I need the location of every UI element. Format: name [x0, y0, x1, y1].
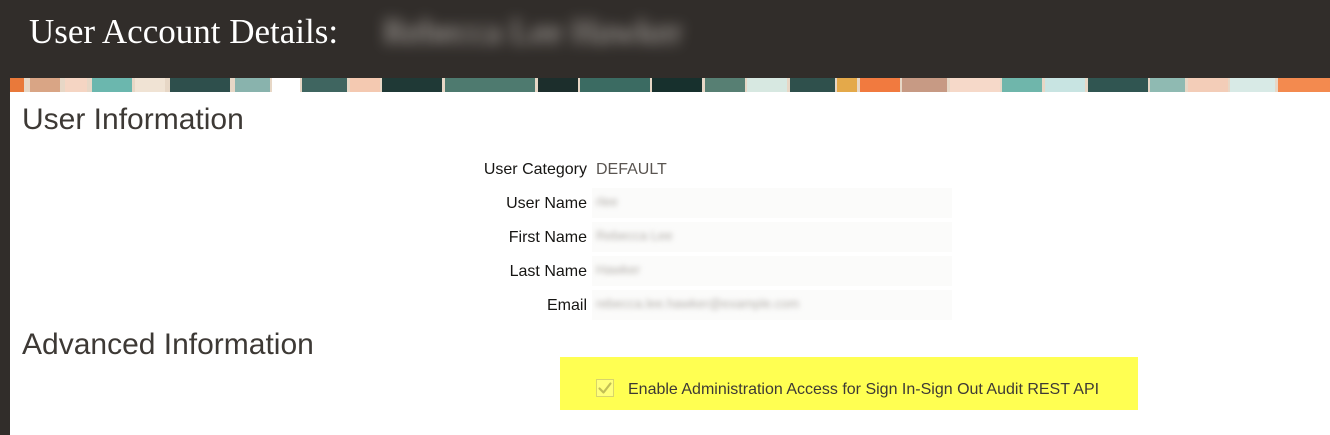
last-name-row: Last Name Hawker — [0, 256, 1330, 287]
page-title: User Account Details: — [29, 12, 339, 51]
admin-access-checkbox[interactable] — [596, 379, 614, 397]
user-name-label: User Name — [506, 195, 587, 212]
email-value-redacted: rebecca.lee.hawker@example.com — [592, 290, 952, 320]
page-header: User Account Details: Rebecca Lee Hawker — [0, 0, 1330, 78]
user-category-value: DEFAULT — [596, 161, 667, 178]
user-information-heading: User Information — [22, 103, 244, 136]
user-name-value-redacted: rlee — [592, 188, 952, 218]
first-name-label: First Name — [508, 229, 587, 246]
first-name-row: First Name Rebecca Lee — [0, 222, 1330, 253]
last-name-label: Last Name — [509, 263, 587, 280]
left-frame-border — [0, 78, 10, 435]
checkmark-icon — [596, 379, 614, 397]
user-name-row: User Name rlee — [0, 188, 1330, 219]
advanced-information-heading: Advanced Information — [22, 328, 314, 361]
admin-access-checkbox-label[interactable]: Enable Administration Access for Sign In… — [628, 381, 1099, 399]
last-name-value-redacted: Hawker — [592, 256, 952, 286]
user-display-name-redacted: Rebecca Lee Hawker — [383, 12, 683, 51]
decorative-banner — [10, 78, 1330, 92]
email-label: Email — [546, 297, 587, 314]
user-category-row: User Category DEFAULT — [0, 157, 1330, 185]
email-row: Email rebecca.lee.hawker@example.com — [0, 290, 1330, 321]
user-category-label: User Category — [483, 161, 587, 178]
first-name-value-redacted: Rebecca Lee — [592, 222, 952, 252]
